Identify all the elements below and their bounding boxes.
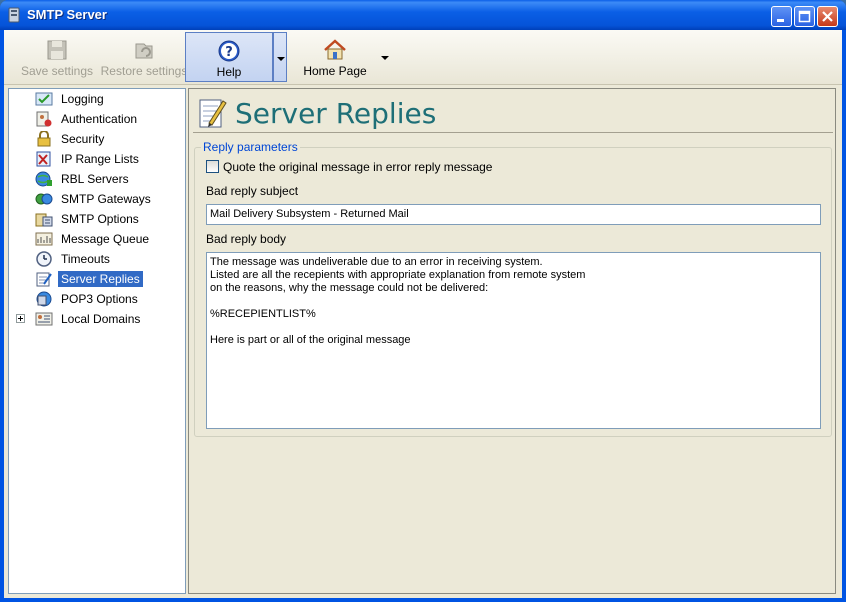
tree-item-label: SMTP Gateways [61, 192, 151, 206]
home-page-label: Home Page [303, 64, 367, 78]
save-settings-button[interactable]: Save settings [14, 32, 100, 82]
smtp-server-window: SMTP Server Save settings Restore settin… [0, 0, 846, 602]
tree-item-label: Server Replies [58, 271, 143, 287]
clock-icon [36, 251, 52, 267]
tree-item-timeouts[interactable]: Timeouts [9, 249, 185, 269]
tree-item-label: Security [61, 132, 105, 146]
tree-item-pop3-options[interactable]: POP3 Options [9, 289, 185, 309]
close-button[interactable] [817, 6, 838, 27]
quote-original-checkbox[interactable] [206, 160, 219, 173]
tree-item-smtp-gateways[interactable]: SMTP Gateways [9, 189, 185, 209]
tree-item-label: Authentication [61, 112, 138, 126]
client-area: Save settings Restore settings ? Help Ho… [4, 30, 842, 598]
pop3-icon [36, 291, 52, 307]
svg-text:?: ? [225, 45, 233, 60]
tree-item-label: Message Queue [61, 232, 150, 246]
tree-item-rbl-servers[interactable]: RBL Servers [9, 169, 185, 189]
tree-item-label: IP Range Lists [61, 152, 139, 166]
bad-reply-subject-label: Bad reply subject [206, 184, 299, 198]
minimize-button[interactable] [771, 6, 792, 27]
tree-item-server-replies[interactable]: Server Replies [9, 269, 185, 289]
tree-item-label: SMTP Options [61, 212, 139, 226]
logging-icon [35, 92, 53, 106]
bad-reply-body-textarea[interactable]: The message was undeliverable due to an … [206, 252, 821, 429]
home-icon [324, 39, 346, 60]
bad-reply-body-label: Bad reply body [206, 232, 287, 246]
chevron-down-icon [381, 56, 389, 60]
notepad-icon [36, 272, 52, 287]
home-page-dropdown-button[interactable] [378, 32, 392, 82]
expand-plus-icon[interactable] [16, 314, 25, 323]
group-legend: Reply parameters [201, 140, 300, 154]
ip-range-icon [36, 151, 51, 167]
tree-item-ip-range-lists[interactable]: IP Range Lists [9, 149, 185, 169]
gateway-icon [35, 193, 53, 205]
authentication-icon [36, 111, 52, 127]
help-dropdown-button[interactable] [273, 32, 287, 82]
help-icon: ? [218, 40, 240, 62]
title-divider [193, 132, 833, 133]
maximize-icon [798, 10, 811, 23]
tree-item-label: RBL Servers [61, 172, 129, 186]
minimize-icon [777, 19, 784, 22]
close-icon [822, 11, 833, 22]
quote-original-label[interactable]: Quote the original message in error repl… [223, 160, 492, 174]
page-title: Server Replies [235, 97, 437, 130]
floppy-disk-icon [47, 40, 67, 60]
lock-icon [37, 131, 51, 147]
title-bar[interactable]: SMTP Server [0, 0, 846, 30]
server-app-icon [8, 7, 20, 23]
notepad-pencil-icon [199, 99, 227, 128]
tree-item-label: Logging [61, 92, 104, 106]
settings-panel: Server Replies Reply parameters Quote th… [188, 88, 836, 594]
reply-parameters-group: Reply parameters Quote the original mess… [194, 140, 832, 437]
restore-icon [135, 43, 153, 59]
save-settings-label: Save settings [20, 64, 94, 78]
globe-icon [35, 171, 52, 187]
bad-reply-subject-input[interactable]: Mail Delivery Subsystem - Returned Mail [206, 204, 821, 225]
tree-item-authentication[interactable]: Authentication [9, 109, 185, 129]
queue-icon [35, 232, 53, 246]
restore-settings-button[interactable]: Restore settings [100, 32, 188, 82]
help-button[interactable]: ? Help [185, 32, 273, 82]
window-title: SMTP Server [27, 7, 107, 22]
options-icon [35, 213, 53, 227]
tree-item-smtp-options[interactable]: SMTP Options [9, 209, 185, 229]
maximize-button[interactable] [794, 6, 815, 27]
settings-tree[interactable]: Logging Authentication Security IP Range… [8, 88, 186, 594]
tree-item-label: Timeouts [61, 252, 110, 266]
chevron-down-icon [277, 57, 285, 61]
tree-item-message-queue[interactable]: Message Queue [9, 229, 185, 249]
domains-icon [35, 312, 53, 326]
home-page-button[interactable]: Home Page [300, 32, 370, 82]
help-label: Help [216, 65, 242, 79]
tree-item-label: POP3 Options [61, 292, 138, 306]
tree-item-security[interactable]: Security [9, 129, 185, 149]
tree-item-label: Local Domains [61, 312, 141, 326]
restore-settings-label: Restore settings [100, 64, 188, 78]
tree-item-local-domains[interactable]: Local Domains [9, 309, 185, 329]
tree-item-logging[interactable]: Logging [9, 89, 185, 109]
toolbar: Save settings Restore settings ? Help Ho… [4, 30, 842, 85]
